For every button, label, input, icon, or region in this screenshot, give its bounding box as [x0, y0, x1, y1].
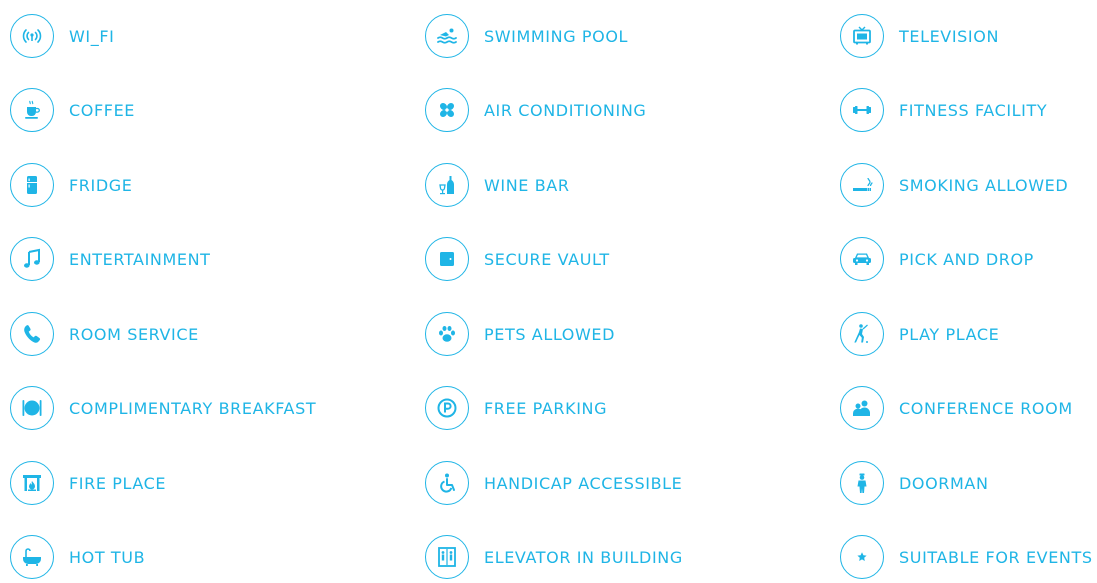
amenity-label: FITNESS FACILITY — [899, 100, 1048, 120]
amenity-label: SWIMMING POOL — [484, 26, 629, 46]
coffee-icon — [10, 88, 54, 132]
amenity-label: SECURE VAULT — [484, 249, 610, 269]
amenity-label: COFFEE — [69, 100, 135, 120]
amenity-label: ELEVATOR IN BUILDING — [484, 547, 683, 567]
parking-icon — [425, 386, 469, 430]
amenity-item-room-service: ROOM SERVICE — [10, 311, 199, 357]
group-icon — [840, 386, 884, 430]
amenity-item-handicap-accessible: HANDICAP ACCESSIBLE — [425, 460, 682, 506]
amenity-item-wine-bar: WINE BAR — [425, 162, 570, 208]
amenity-label: ROOM SERVICE — [69, 324, 199, 344]
amenity-item-entertainment: ENTERTAINMENT — [10, 236, 211, 282]
wine-icon — [425, 163, 469, 207]
amenity-label: HOT TUB — [69, 547, 146, 567]
amenity-item-doorman: DOORMAN — [840, 460, 989, 506]
cigarette-icon — [840, 163, 884, 207]
amenity-item-complimentary-breakfast: COMPLIMENTARY BREAKFAST — [10, 385, 316, 431]
amenity-label: ENTERTAINMENT — [69, 249, 211, 269]
amenity-item-coffee: COFFEE — [10, 87, 135, 133]
paw-icon — [425, 312, 469, 356]
amenity-label: FREE PARKING — [484, 398, 608, 418]
car-icon — [840, 237, 884, 281]
tv-icon — [840, 14, 884, 58]
amenity-item-secure-vault: SECURE VAULT — [425, 236, 610, 282]
amenity-item-fitness-facility: FITNESS FACILITY — [840, 87, 1047, 133]
amenity-item-smoking-allowed: SMOKING ALLOWED — [840, 162, 1068, 208]
amenity-item-hot-tub: HOT TUB — [10, 534, 145, 580]
amenity-label: WINE BAR — [484, 175, 570, 195]
bathtub-icon — [10, 535, 54, 579]
amenity-label: WI_FI — [69, 26, 115, 46]
elevator-icon — [425, 535, 469, 579]
amenity-label: FIRE PLACE — [69, 473, 167, 493]
wheelchair-icon — [425, 461, 469, 505]
music-note-icon — [10, 237, 54, 281]
amenity-label: CONFERENCE ROOM — [899, 398, 1073, 418]
fireplace-icon — [10, 461, 54, 505]
swimming-icon — [425, 14, 469, 58]
amenity-item-elevator: ELEVATOR IN BUILDING — [425, 534, 683, 580]
amenity-label: PLAY PLACE — [899, 324, 1000, 344]
amenity-label: FRIDGE — [69, 175, 133, 195]
fan-icon — [425, 88, 469, 132]
amenity-item-fridge: FRIDGE — [10, 162, 132, 208]
amenity-item-air-conditioning: AIR CONDITIONING — [425, 87, 646, 133]
plate-cutlery-icon — [10, 386, 54, 430]
amenity-label: DOORMAN — [899, 473, 989, 493]
wifi-icon — [10, 14, 54, 58]
amenity-item-pets-allowed: PETS ALLOWED — [425, 311, 615, 357]
amenity-item-swimming-pool: SWIMMING POOL — [425, 13, 628, 59]
amenities-grid: WI_FI COFFEE FRIDGE ENTERTAINMENT ROOM S… — [0, 0, 1097, 583]
safe-icon — [425, 237, 469, 281]
amenity-item-play-place: PLAY PLACE — [840, 311, 999, 357]
golfer-icon — [840, 312, 884, 356]
phone-icon — [10, 312, 54, 356]
amenity-label: TELEVISION — [899, 26, 1000, 46]
amenity-label: AIR CONDITIONING — [484, 100, 647, 120]
dumbbell-icon — [840, 88, 884, 132]
amenity-label: SUITABLE FOR EVENTS — [899, 547, 1093, 567]
amenity-label: PICK AND DROP — [899, 249, 1034, 269]
amenity-item-television: TELEVISION — [840, 13, 999, 59]
amenity-item-fire-place: FIRE PLACE — [10, 460, 166, 506]
amenity-label: HANDICAP ACCESSIBLE — [484, 473, 683, 493]
amenity-label: COMPLIMENTARY BREAKFAST — [69, 398, 317, 418]
amenity-label: PETS ALLOWED — [484, 324, 616, 344]
amenity-item-suitable-for-events: SUITABLE FOR EVENTS — [840, 534, 1093, 580]
amenity-item-pick-and-drop: PICK AND DROP — [840, 236, 1034, 282]
star-icon — [840, 535, 884, 579]
amenity-item-free-parking: FREE PARKING — [425, 385, 607, 431]
amenity-item-conference-room: CONFERENCE ROOM — [840, 385, 1073, 431]
amenity-label: SMOKING ALLOWED — [899, 175, 1069, 195]
amenity-item-wifi: WI_FI — [10, 13, 114, 59]
doorman-icon — [840, 461, 884, 505]
fridge-icon — [10, 163, 54, 207]
